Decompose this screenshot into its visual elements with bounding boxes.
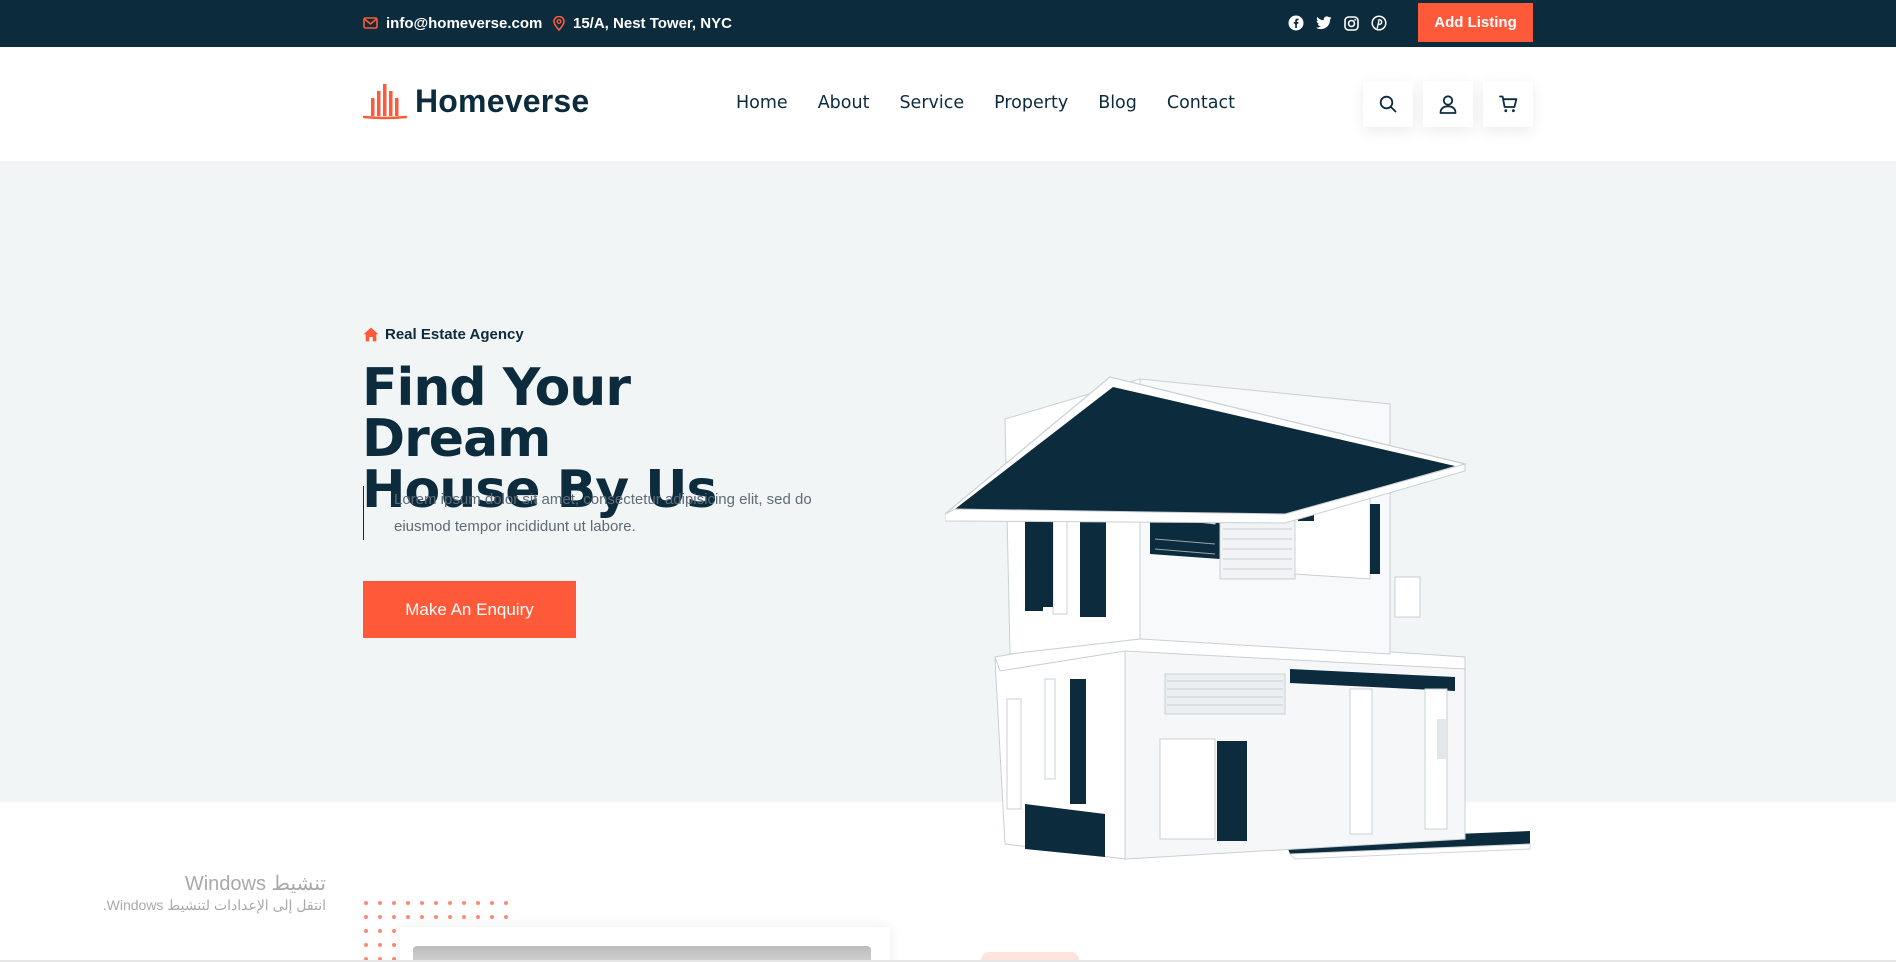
logo-buildings-icon <box>363 83 407 119</box>
search-icon <box>1379 95 1397 113</box>
nav-item-contact[interactable]: Contact <box>1167 93 1235 113</box>
add-listing-button[interactable]: Add Listing <box>1418 3 1533 42</box>
nav-item-property[interactable]: Property <box>994 93 1068 113</box>
address-link[interactable]: 15/A, Nest Tower, NYC <box>553 13 732 33</box>
hero-description: Lorem ipsum dolor sit amet, consectetur … <box>363 486 813 540</box>
cart-button[interactable] <box>1483 81 1533 127</box>
main-nav: Home About Service Property Blog Contact <box>736 93 1265 113</box>
nav-item-service[interactable]: Service <box>899 93 964 113</box>
user-icon <box>1439 94 1457 114</box>
pinterest-icon[interactable] <box>1370 14 1388 32</box>
twitter-icon[interactable] <box>1315 14 1333 32</box>
logo-text: Homeverse <box>415 83 590 119</box>
instagram-icon[interactable] <box>1342 14 1360 32</box>
home-icon <box>363 327 379 342</box>
windows-activation-subtitle: انتقل إلى الإعدادات لتنشيط Windows. <box>102 897 326 913</box>
hero-section: Real Estate Agency Find Your Dream House… <box>0 161 1896 860</box>
house-illustration <box>945 376 1531 860</box>
address-text: 15/A, Nest Tower, NYC <box>573 14 732 32</box>
hero-subtitle-text: Real Estate Agency <box>385 326 524 343</box>
nav-item-blog[interactable]: Blog <box>1098 93 1137 113</box>
search-button[interactable] <box>1363 81 1413 127</box>
logo[interactable]: Homeverse <box>363 83 589 120</box>
cart-icon <box>1498 95 1517 113</box>
user-button[interactable] <box>1423 81 1473 127</box>
hero-title-line1: Find Your Dream <box>362 358 631 469</box>
mail-icon <box>363 17 378 29</box>
nav-item-about[interactable]: About <box>818 93 870 113</box>
top-bar: info@homeverse.com 15/A, Nest Tower, NYC… <box>0 0 1896 47</box>
email-link[interactable]: info@homeverse.com <box>363 13 542 33</box>
location-pin-icon <box>553 15 565 31</box>
windows-activation-title: تنشيط Windows <box>184 873 326 895</box>
make-enquiry-button[interactable]: Make An Enquiry <box>363 581 576 638</box>
email-text: info@homeverse.com <box>386 14 543 32</box>
nav-item-home[interactable]: Home <box>736 93 788 113</box>
hero-subtitle: Real Estate Agency <box>363 326 524 343</box>
main-header: Homeverse Home About Service Property Bl… <box>0 47 1896 161</box>
facebook-icon[interactable] <box>1287 14 1305 32</box>
